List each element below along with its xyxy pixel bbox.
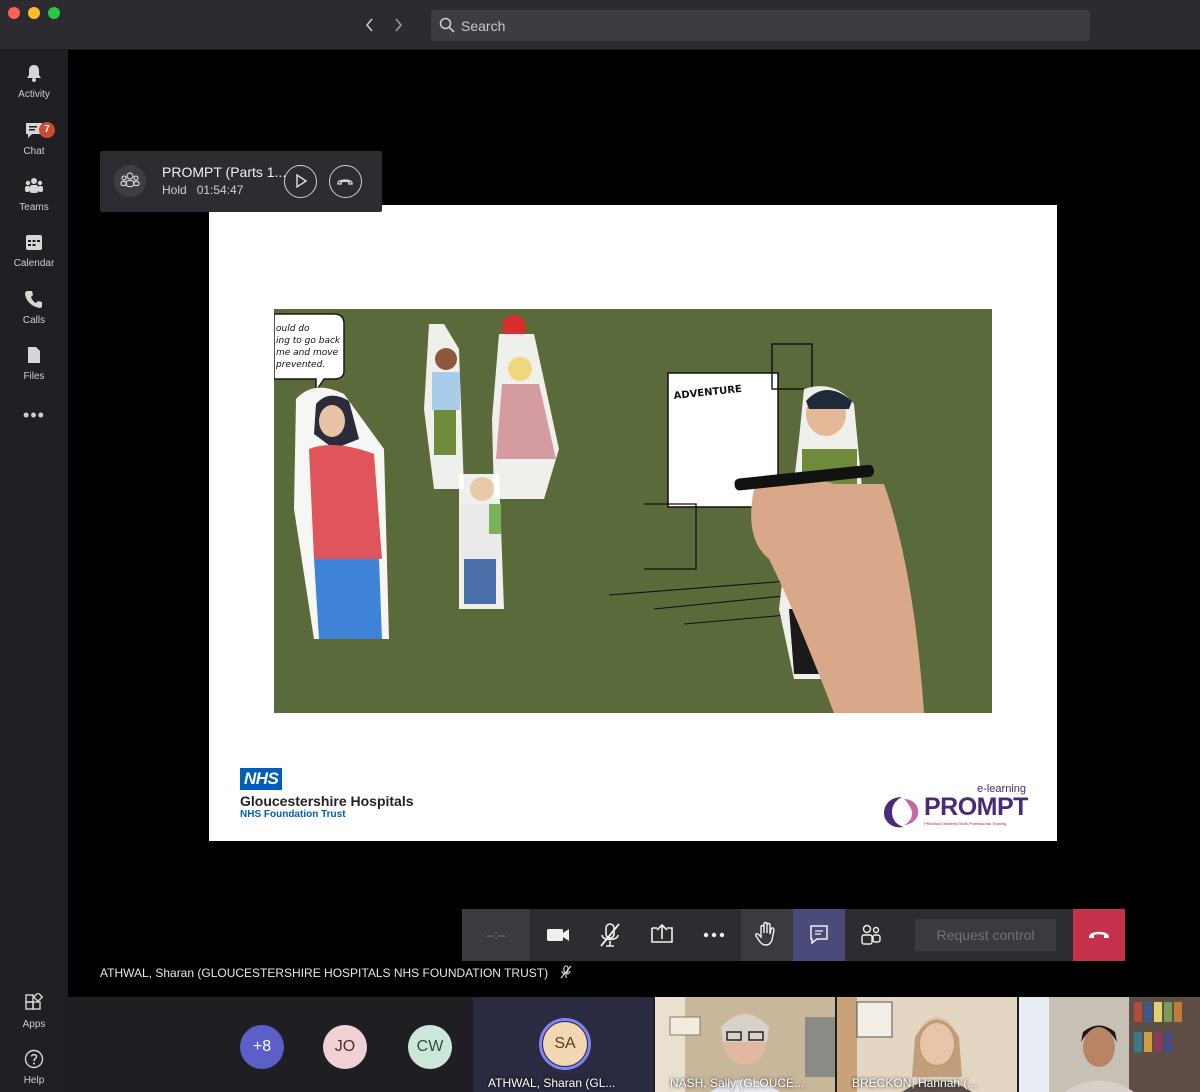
speech-line: prevented. — [275, 360, 325, 370]
rail-item-activity[interactable]: Activity — [0, 55, 68, 107]
rail-item-label: Apps — [22, 1019, 46, 1030]
participants-icon — [861, 924, 881, 945]
share-screen-icon — [651, 923, 673, 943]
held-call-card[interactable]: PROMPT (Parts 1... Hold 01:54:47 — [100, 151, 382, 212]
participant-tile[interactable]: NASH, Sally (GLOUCE... — [655, 997, 835, 1092]
whiteboard-animation-image: ould do ing to go back me and move preve… — [274, 309, 992, 713]
minimize-window-button[interactable] — [28, 7, 40, 19]
held-call-title: PROMPT (Parts 1... — [162, 164, 287, 180]
rail-item-teams[interactable]: Teams — [0, 168, 68, 220]
phone-icon — [25, 291, 42, 308]
held-call-status: Hold 01:54:47 — [162, 183, 253, 197]
participant-tile[interactable]: BRECKON, Hannah (... — [837, 997, 1017, 1092]
resume-call-button[interactable] — [284, 165, 317, 198]
microphone-button[interactable] — [584, 909, 636, 961]
video-frame: ould do ing to go back me and move preve… — [274, 309, 992, 713]
meeting-avatar — [114, 165, 146, 197]
presenter-name: ATHWAL, Sharan (GLOUCESTERSHIRE HOSPITAL… — [100, 966, 549, 980]
group-icon — [120, 172, 140, 188]
rail-item-files[interactable]: Files — [0, 337, 68, 389]
rail-item-label: Calls — [22, 315, 46, 326]
trust-subtitle: NHS Foundation Trust — [240, 809, 346, 820]
camera-icon — [547, 929, 569, 941]
participant-tile[interactable] — [1019, 997, 1200, 1092]
presenter-name-label: ATHWAL, Sharan (GLOUCESTERSHIRE HOSPITAL… — [100, 965, 573, 980]
rail-item-label: Chat — [23, 146, 45, 157]
teams-window: Activity 7 Chat Teams Calendar Calls Fil… — [0, 0, 1200, 1092]
chat-bubble-icon — [810, 925, 828, 945]
camera-button[interactable] — [532, 909, 584, 961]
more-actions-button[interactable] — [688, 909, 740, 961]
title-bar — [0, 0, 1200, 50]
prompt-emblem-icon — [884, 797, 919, 828]
app-rail: Activity 7 Chat Teams Calendar Calls Fil… — [0, 50, 68, 1092]
chat-unread-badge: 7 — [39, 122, 55, 138]
trust-name: Gloucestershire Hospitals — [240, 793, 414, 809]
call-controls-bar: --:-- Request control — [462, 909, 1125, 961]
call-timer: --:-- — [462, 909, 530, 961]
microphone-off-icon — [600, 923, 620, 947]
hang-up-button[interactable] — [1073, 909, 1125, 961]
hang-up-icon — [1089, 931, 1109, 938]
rail-item-apps[interactable]: Apps — [0, 985, 68, 1037]
rail-item-label: Teams — [19, 202, 49, 213]
forward-arrow-icon[interactable] — [388, 14, 408, 36]
share-button[interactable] — [636, 909, 688, 961]
participants-button[interactable] — [845, 909, 897, 961]
participant-avatar[interactable]: JO — [323, 1025, 367, 1069]
participant-video — [1019, 997, 1200, 1092]
teams-icon — [25, 178, 43, 193]
raise-hand-icon — [755, 921, 775, 946]
end-held-call-button[interactable] — [329, 165, 362, 198]
search-icon — [439, 17, 455, 33]
back-arrow-icon[interactable] — [360, 14, 380, 36]
nhs-logo: NHS — [240, 768, 283, 790]
meeting-chat-button[interactable] — [793, 909, 845, 961]
speech-line: ould do — [276, 324, 310, 334]
search-box[interactable] — [431, 10, 1090, 41]
call-duration: 01:54:47 — [196, 183, 244, 197]
muted-mic-icon — [560, 965, 572, 979]
help-icon — [24, 1049, 44, 1069]
rail-item-label: Files — [23, 371, 45, 382]
play-icon — [296, 173, 308, 189]
file-icon — [28, 347, 40, 363]
close-window-button[interactable] — [8, 7, 20, 19]
more-participants-button[interactable]: +8 — [240, 1025, 284, 1069]
hang-up-icon — [337, 179, 353, 185]
rail-item-help[interactable]: Help — [0, 1041, 68, 1092]
participant-name: BRECKON, Hannah (... — [852, 1076, 978, 1090]
calendar-icon — [26, 235, 42, 250]
more-icon — [703, 932, 725, 938]
prompt-wordmark: PROMPT — [924, 793, 1028, 821]
prompt-tagline: PRactical Obstetric Multi-Professional T… — [924, 821, 1007, 826]
rail-item-label: Activity — [18, 89, 50, 100]
nhs-trust-logo: NHS Gloucestershire Hospitals NHS Founda… — [240, 768, 414, 820]
participant-name: NASH, Sally (GLOUCE... — [670, 1076, 805, 1090]
rail-item-calendar[interactable]: Calendar — [0, 224, 68, 276]
speech-line: ing to go back — [276, 336, 341, 346]
rail-item-label: Calendar — [13, 258, 55, 269]
search-input[interactable] — [461, 10, 1061, 41]
participant-avatar: SA — [543, 1022, 587, 1066]
zoom-window-button[interactable] — [48, 7, 60, 19]
hold-label: Hold — [162, 183, 187, 197]
bell-icon — [27, 65, 41, 82]
rail-item-chat[interactable]: 7 Chat — [0, 112, 68, 164]
rail-item-label: Help — [23, 1075, 45, 1086]
apps-icon — [25, 993, 44, 1010]
rail-item-calls[interactable]: Calls — [0, 281, 68, 333]
participant-tile[interactable]: SA ATHWAL, Sharan (GL... — [473, 997, 653, 1092]
participant-name: ATHWAL, Sharan (GL... — [488, 1076, 616, 1090]
speech-line: me and move — [276, 348, 339, 358]
raise-hand-button[interactable] — [741, 909, 793, 961]
shared-screen: ould do ing to go back me and move preve… — [209, 205, 1057, 841]
more-apps-button[interactable]: ••• — [0, 405, 68, 426]
request-control-button[interactable]: Request control — [915, 919, 1056, 951]
participant-avatar[interactable]: CW — [408, 1025, 452, 1069]
prompt-logo: e-learning PROMPT PRactical Obstetric Mu… — [882, 783, 1032, 833]
